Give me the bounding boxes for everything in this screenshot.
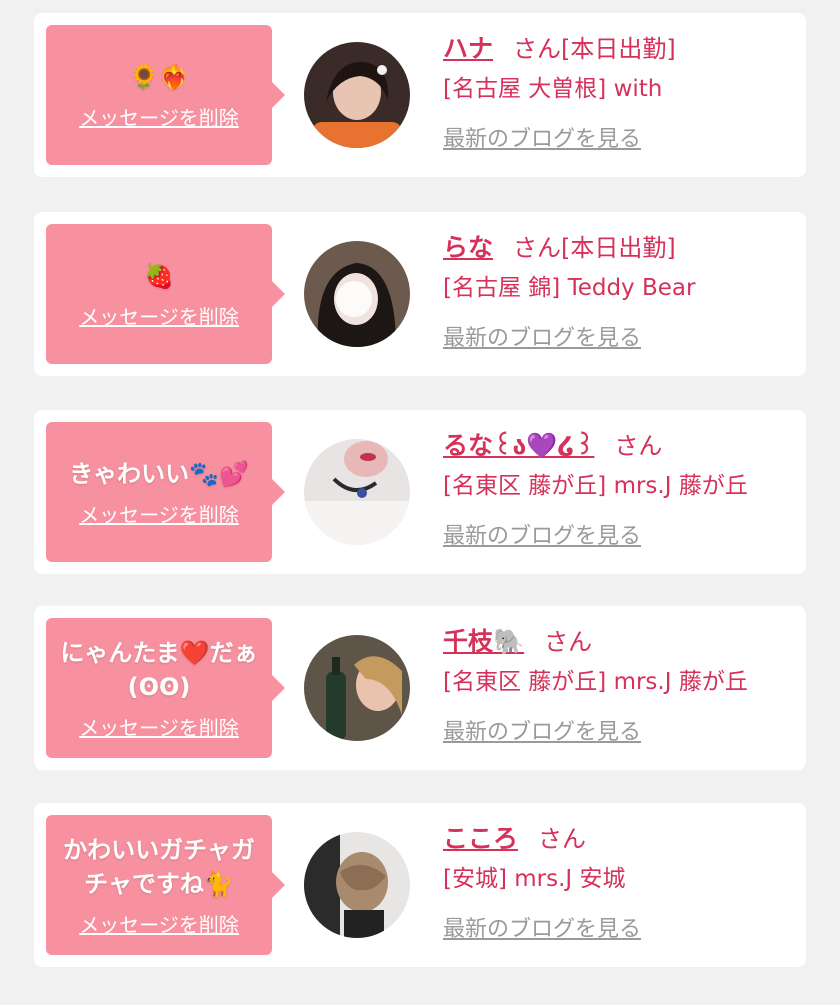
message-card: きゃわいい🐾💕 メッセージを削除 るな꒰ა💜໒꒱ さん [名東区 藤が丘] mrs… [34,410,806,574]
avatar[interactable] [304,42,410,148]
girl-photo-icon [304,439,410,545]
message-bubble: 🌻❤️‍🔥 メッセージを削除 [46,25,285,165]
message-text: 🌻❤️‍🔥 [129,62,189,91]
girl-name-link[interactable]: らな [443,233,493,262]
girl-name-link[interactable]: こころ [443,824,518,853]
shop-text: [安城] mrs.J 安城 [443,866,626,892]
delete-message-link[interactable]: メッセージを削除 [79,102,239,131]
honorific-text: さん [614,432,663,460]
message-card: にゃんたま❤️だぁ(ʘʘ) メッセージを削除 千枝🐘 さん [名東区 藤が丘] m… [34,606,806,770]
message-text: にゃんたま❤️だぁ(ʘʘ) [60,638,258,701]
honorific-text: さん [544,628,593,656]
girl-name-link[interactable]: ハナ [443,34,493,63]
delete-message-link[interactable]: メッセージを削除 [79,712,239,741]
girl-photo-icon [304,241,410,347]
latest-blog-link[interactable]: 最新のブログを見る [443,714,641,746]
honorific-text: さん[本日出勤] [513,35,676,63]
shop-text: [名東区 藤が丘] mrs.J 藤が丘 [443,473,748,499]
honorific-text: さん [538,825,587,853]
message-text: きゃわいい🐾💕 [69,459,249,488]
message-text: 🍓 [144,261,174,290]
message-bubble: かわいいガチャガチャですね🐈 メッセージを削除 [46,815,285,955]
message-text: かわいいガチャガチャですね🐈 [63,835,255,898]
avatar[interactable] [304,241,410,347]
delete-message-link[interactable]: メッセージを削除 [79,909,239,938]
delete-message-link[interactable]: メッセージを削除 [79,301,239,330]
girl-name-link[interactable]: るな꒰ა💜໒꒱ [443,431,594,460]
avatar[interactable] [304,439,410,545]
latest-blog-link[interactable]: 最新のブログを見る [443,320,641,352]
message-bubble: にゃんたま❤️だぁ(ʘʘ) メッセージを削除 [46,618,285,758]
girl-photo-icon [304,42,410,148]
message-card: かわいいガチャガチャですね🐈 メッセージを削除 こころ さん [安城] mrs.J… [34,803,806,967]
shop-text: [名古屋 錦] Teddy Bear [443,275,696,301]
honorific-text: さん[本日出勤] [513,234,676,262]
shop-text: [名東区 藤が丘] mrs.J 藤が丘 [443,669,748,695]
message-list: 🌻❤️‍🔥 メッセージを削除 ハナ さん[本日出勤] [名古屋 大曽根] with… [0,0,840,1005]
shop-text: [名古屋 大曽根] with [443,76,663,102]
avatar[interactable] [304,832,410,938]
latest-blog-link[interactable]: 最新のブログを見る [443,121,641,153]
delete-message-link[interactable]: メッセージを削除 [79,499,239,528]
message-bubble: 🍓 メッセージを削除 [46,224,285,364]
girl-photo-icon [304,635,410,741]
girl-name-link[interactable]: 千枝🐘 [443,627,524,656]
message-card: 🍓 メッセージを削除 らな さん[本日出勤] [名古屋 錦] Teddy Bear… [34,212,806,376]
latest-blog-link[interactable]: 最新のブログを見る [443,911,641,943]
latest-blog-link[interactable]: 最新のブログを見る [443,518,641,550]
message-card: 🌻❤️‍🔥 メッセージを削除 ハナ さん[本日出勤] [名古屋 大曽根] with… [34,13,806,177]
message-bubble: きゃわいい🐾💕 メッセージを削除 [46,422,285,562]
avatar[interactable] [304,635,410,741]
girl-photo-icon [304,832,410,938]
